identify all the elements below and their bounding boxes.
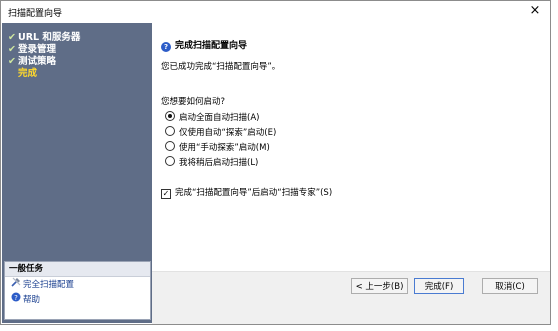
wizard-window: 扫描配置向导 × ✔ URL 和服务器 ✔ 登录管理 ✔ 测试策略 完成 一般任务 完… bbox=[0, 0, 551, 325]
radio-button[interactable] bbox=[165, 126, 175, 136]
step-label: 登录管理 bbox=[18, 44, 57, 55]
help-icon: ? bbox=[10, 292, 21, 308]
checkbox-label: 完成“扫描配置向导”后启动“扫描专家”(S) bbox=[175, 188, 333, 198]
option-full-auto-scan[interactable]: 启动全面自动扫描(A) bbox=[165, 111, 259, 123]
finish-button[interactable]: 完成(F) bbox=[414, 278, 464, 294]
radio-button[interactable] bbox=[165, 156, 175, 166]
radio-button[interactable] bbox=[165, 111, 175, 121]
title-bar: 扫描配置向导 × bbox=[1, 1, 550, 23]
tasks-header: 一般任务 bbox=[5, 262, 150, 277]
checkbox[interactable]: ✓ bbox=[161, 189, 171, 199]
page-title: 完成扫描配置向导 bbox=[175, 41, 248, 51]
step-test-policy: ✔ 测试策略 bbox=[8, 56, 80, 68]
help-icon: ? bbox=[161, 42, 171, 52]
step-label: 测试策略 bbox=[18, 56, 57, 67]
task-full-scan-config[interactable]: 完全扫描配置 bbox=[5, 277, 150, 292]
option-auto-explore[interactable]: 仅使用自动“探索”启动(E) bbox=[165, 126, 276, 138]
option-label: 使用“手动探索”启动(M) bbox=[179, 143, 270, 153]
checkmark-icon: ✔ bbox=[8, 32, 16, 43]
option-manual-explore[interactable]: 使用“手动探索”启动(M) bbox=[165, 141, 270, 153]
radio-button[interactable] bbox=[165, 141, 175, 151]
cancel-button[interactable]: 取消(C) bbox=[482, 278, 538, 294]
step-label: 完成 bbox=[18, 68, 38, 79]
close-button[interactable]: × bbox=[526, 3, 544, 19]
task-help[interactable]: ? 帮助 bbox=[5, 292, 150, 307]
page-heading: ? 完成扫描配置向导 bbox=[161, 38, 247, 52]
task-label: 帮助 bbox=[23, 295, 41, 305]
option-label: 仅使用自动“探索”启动(E) bbox=[179, 128, 277, 138]
task-label: 完全扫描配置 bbox=[23, 280, 75, 290]
back-button[interactable]: < 上一步(B) bbox=[351, 278, 408, 294]
option-start-later[interactable]: 我将稍后启动扫描(L) bbox=[165, 156, 258, 168]
step-url-servers: ✔ URL 和服务器 bbox=[8, 32, 80, 44]
completion-message: 您已成功完成“扫描配置向导”。 bbox=[161, 62, 281, 72]
step-list: ✔ URL 和服务器 ✔ 登录管理 ✔ 测试策略 完成 bbox=[8, 32, 80, 80]
start-scan-expert-option[interactable]: ✓ 完成“扫描配置向导”后启动“扫描专家”(S) bbox=[161, 187, 332, 199]
common-tasks-panel: 一般任务 完全扫描配置 ? 帮助 bbox=[4, 261, 151, 320]
step-finish: 完成 bbox=[8, 68, 80, 80]
option-label: 我将稍后启动扫描(L) bbox=[179, 158, 259, 168]
window-title: 扫描配置向导 bbox=[8, 9, 63, 19]
start-question: 您想要如何启动? bbox=[161, 97, 226, 107]
wizard-sidebar: ✔ URL 和服务器 ✔ 登录管理 ✔ 测试策略 完成 一般任务 完全扫描配置 ? 帮… bbox=[2, 23, 152, 323]
step-label: URL 和服务器 bbox=[18, 32, 81, 43]
checkmark-icon: ✔ bbox=[8, 56, 16, 67]
tools-icon bbox=[10, 277, 21, 293]
svg-text:?: ? bbox=[14, 294, 18, 302]
option-label: 启动全面自动扫描(A) bbox=[179, 113, 260, 123]
step-login-management: ✔ 登录管理 bbox=[8, 44, 80, 56]
button-bar: < 上一步(B) 完成(F) 取消(C) bbox=[152, 271, 550, 324]
checkmark-icon: ✔ bbox=[8, 44, 16, 55]
